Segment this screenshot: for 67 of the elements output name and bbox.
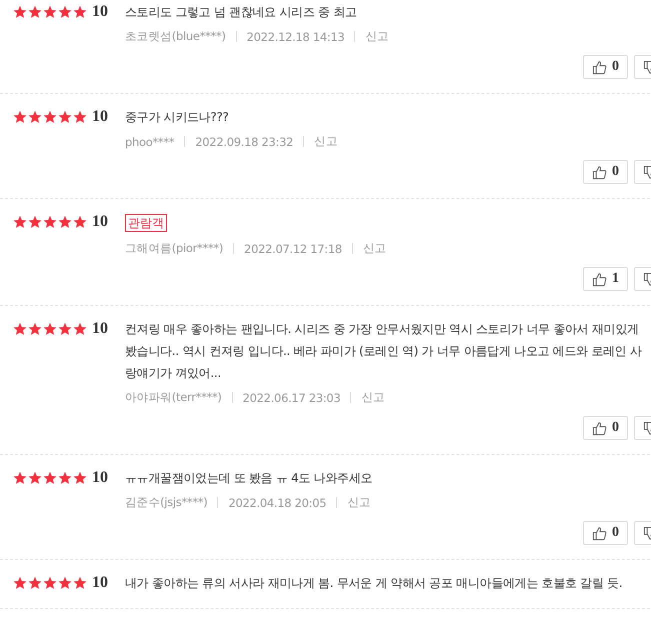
score: 10 — [92, 3, 108, 21]
review-date: 2022.07.12 17:18 — [244, 242, 342, 256]
star-icon — [58, 322, 72, 336]
star-icon — [43, 322, 57, 336]
report-link[interactable]: 신고 — [365, 29, 389, 44]
star-icon — [13, 471, 27, 485]
like-button[interactable]: 0 — [583, 160, 628, 184]
star-icon — [28, 471, 42, 485]
star-icon — [43, 5, 57, 19]
star-icon — [28, 576, 42, 590]
star-icon — [28, 322, 42, 336]
star-icon — [13, 215, 27, 229]
star-icon — [43, 215, 57, 229]
star-icon — [13, 322, 27, 336]
star-icon — [73, 471, 87, 485]
review-author[interactable]: phoo**** — [125, 134, 174, 148]
review-text: ㅠㅠ개꿀잼이었는데 또 봤음 ㅠ 4도 나와주세오 — [125, 470, 374, 487]
star-icon — [73, 215, 87, 229]
like-button[interactable]: 1 — [583, 267, 628, 291]
like-button[interactable]: 0 — [583, 416, 628, 440]
review-date: 2022.06.17 23:03 — [242, 390, 340, 404]
star-icon — [73, 110, 87, 124]
star-icon — [43, 110, 57, 124]
star-icon — [58, 576, 72, 590]
star-icon — [73, 576, 87, 590]
report-link[interactable]: 신고 — [314, 134, 338, 149]
review-text: 중구가 시키드나??? — [125, 109, 230, 126]
star-icon — [28, 215, 42, 229]
review-text: 스토리도 그렇고 넘 괜찮네요 시리즈 중 최고 — [125, 4, 358, 21]
score: 10 — [92, 320, 108, 338]
star-icon — [58, 5, 72, 19]
review-text: 컨져링 매우 좋아하는 팬입니다. 시리즈 중 가장 안무서웠지만 역시 스토리가 너무 좋아서 재미있게 봤습니다.. 역시 컨져링 입니다.. 베라 파미가 (로레인 역) 가 너무 아름답게 나오고 에드와 로레인 사랑얘기가 껴있어... — [125, 321, 643, 382]
thumbs-up-icon — [592, 60, 607, 74]
report-link[interactable]: 신고 — [361, 390, 385, 405]
thumbs-up-icon — [592, 420, 607, 436]
star-icon — [58, 471, 72, 485]
like-button[interactable]: 0 — [583, 521, 628, 545]
star-icon — [73, 322, 87, 336]
thumbs-up-icon — [592, 164, 607, 180]
star-icon — [28, 5, 42, 19]
star-icon — [58, 110, 72, 124]
thumbs-up-icon — [592, 272, 607, 286]
review-author[interactable]: 그해여름(pior****) — [125, 241, 224, 256]
star-icon — [13, 110, 27, 124]
star-icon — [13, 576, 27, 590]
review-date: 2022.09.18 23:32 — [195, 134, 294, 148]
star-icon — [43, 471, 57, 485]
report-link[interactable]: 신고 — [362, 241, 386, 256]
star-icon — [58, 215, 72, 229]
review-author[interactable]: 김준수(jsjs****) — [125, 495, 208, 510]
review-author[interactable]: 아야파워(terr****) — [125, 390, 222, 405]
viewer-badge: 관람객 — [125, 214, 167, 232]
review-author[interactable]: 초코렛섬(blue****) — [125, 29, 226, 44]
review-text: 내가 좋아하는 류의 서사라 재미나게 봄. 무서운 게 약해서 공포 매니아들에게는 호불호 갈릴 듯. — [125, 575, 624, 592]
score: 10 — [92, 108, 108, 126]
star-icon — [43, 576, 57, 590]
score: 10 — [92, 469, 108, 487]
review-date: 2022.12.18 14:13 — [246, 30, 344, 44]
score: 10 — [92, 574, 108, 592]
thumbs-up-icon — [592, 526, 607, 540]
star-icon — [73, 5, 87, 19]
star-icon — [28, 110, 42, 124]
report-link[interactable]: 신고 — [347, 495, 371, 510]
star-icon — [13, 5, 27, 19]
review-date: 2022.04.18 20:05 — [228, 496, 326, 510]
like-button[interactable]: 0 — [583, 55, 628, 79]
score: 10 — [92, 213, 108, 231]
